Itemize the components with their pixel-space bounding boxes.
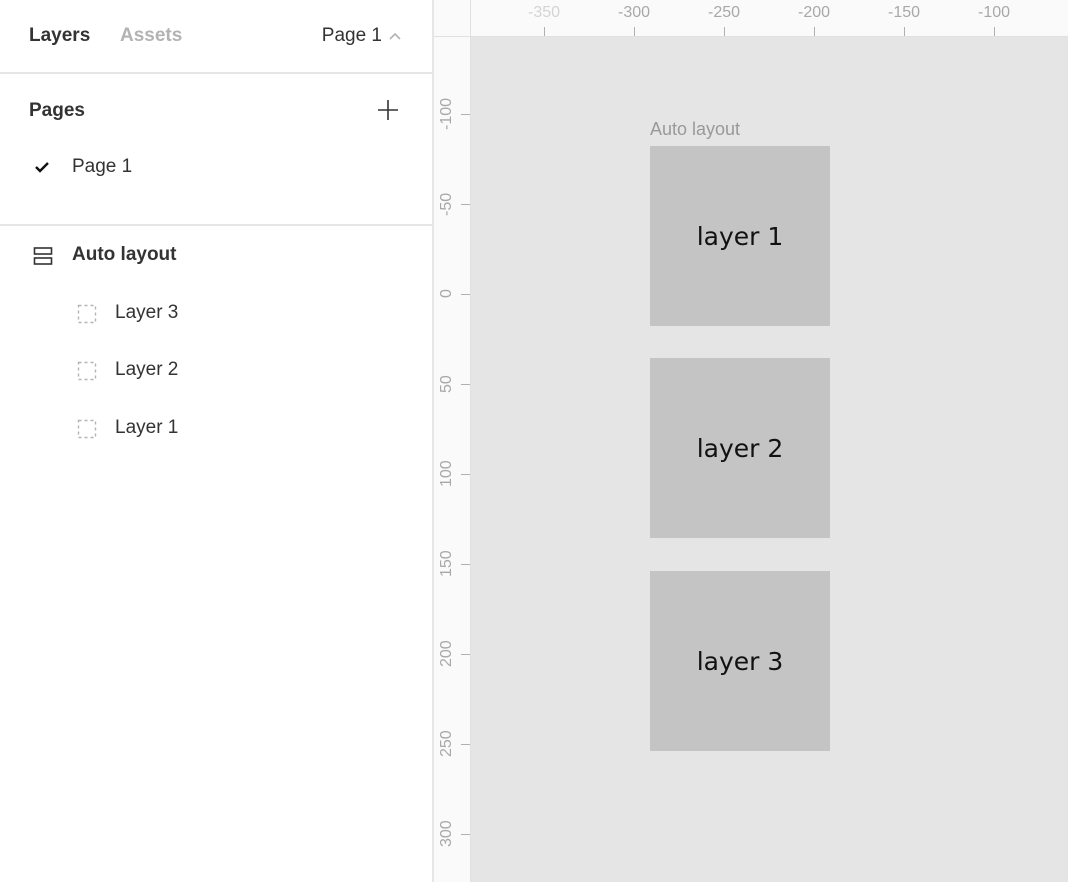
layer-item-layer-3[interactable]: Layer 3 (0, 293, 432, 333)
ruler-y-tick-label: 0 (438, 289, 455, 299)
layer-label: Layer 3 (115, 302, 179, 323)
ruler-y-tick (461, 564, 470, 565)
ruler-y-tick-label: 300 (438, 820, 455, 848)
ruler-y-tick (461, 294, 470, 295)
ruler-x-tick (634, 27, 635, 36)
ruler-x-tick-label: -350 (527, 4, 561, 21)
page-switcher-button[interactable]: Page 1 (322, 25, 402, 47)
horizontal-ruler: -350-300-250-200-150-100-50 (471, 0, 1068, 37)
left-sidebar: Layers Assets Page 1 Pages Page 1 Auto l… (0, 0, 434, 882)
ruler-y-tick (461, 474, 470, 475)
layer-item-layer-1[interactable]: Layer 1 (0, 408, 432, 448)
canvas-layer-2[interactable]: layer 2 (650, 358, 830, 538)
vertical-ruler: -100 -50 0 50 100 150 200 250 300 (434, 37, 471, 882)
layer-label: Layer 1 (115, 417, 179, 438)
ruler-y-tick-label: 50 (438, 375, 455, 393)
ruler-x-tick-label: -250 (707, 4, 741, 21)
ruler-y-tick-label: 200 (438, 640, 455, 668)
tab-layers[interactable]: Layers (29, 25, 90, 47)
chevron-up-icon (388, 31, 402, 41)
page-list-item[interactable]: Page 1 (0, 150, 432, 184)
tab-assets[interactable]: Assets (120, 25, 182, 47)
ruler-x-tick-label: -100 (977, 4, 1011, 21)
ruler-y-tick (461, 204, 470, 205)
ruler-x-tick-label: -300 (617, 4, 651, 21)
canvas[interactable]: -350 -300 -250 -200 -150 -100 -50 -100 -50 0 50 10… (434, 0, 1068, 882)
ruler-y-tick-label: 250 (438, 730, 455, 758)
current-page-label: Page 1 (321, 25, 382, 46)
ruler-x-tick-label: -200 (797, 4, 831, 21)
layer-placeholder-icon (77, 361, 97, 386)
canvas-layer-3[interactable]: layer 3 (650, 571, 830, 751)
ruler-y-tick (461, 384, 470, 385)
ruler-x-tick (994, 27, 995, 36)
pages-title: Pages (29, 100, 85, 121)
ruler-x-tick (814, 27, 815, 36)
layer-placeholder-icon (77, 304, 97, 329)
frame-name-label[interactable]: Auto layout (650, 119, 740, 140)
ruler-corner (434, 0, 471, 37)
ruler-y-tick-label: 150 (438, 550, 455, 578)
canvas-layer-1[interactable]: layer 1 (650, 146, 830, 326)
ruler-y-tick-label: -50 (438, 192, 455, 216)
ruler-y-tick (461, 654, 470, 655)
layer-item-layer-2[interactable]: Layer 2 (0, 350, 432, 390)
check-icon (34, 160, 50, 179)
ruler-x-tick (904, 27, 905, 36)
ruler-y-tick-label: 100 (438, 460, 455, 488)
auto-layout-vertical-icon (33, 246, 53, 271)
ruler-y-tick (461, 114, 470, 115)
ruler-y-tick-label: -100 (438, 97, 455, 131)
pages-section: Pages Page 1 (0, 74, 432, 226)
ruler-y-tick (461, 834, 470, 835)
ruler-x-tick (724, 27, 725, 36)
plus-icon[interactable] (375, 97, 401, 123)
ruler-x-tick (544, 27, 545, 36)
ruler-y-tick (461, 744, 470, 745)
layer-item-auto-layout[interactable]: Auto layout (0, 235, 432, 275)
layer-placeholder-icon (77, 419, 97, 444)
layer-label: Layer 2 (115, 359, 179, 380)
ruler-x-tick-label: -150 (887, 4, 921, 21)
panel-header: Layers Assets Page 1 (0, 0, 432, 74)
layer-label: Auto layout (72, 244, 177, 265)
page-item-label: Page 1 (72, 156, 133, 177)
